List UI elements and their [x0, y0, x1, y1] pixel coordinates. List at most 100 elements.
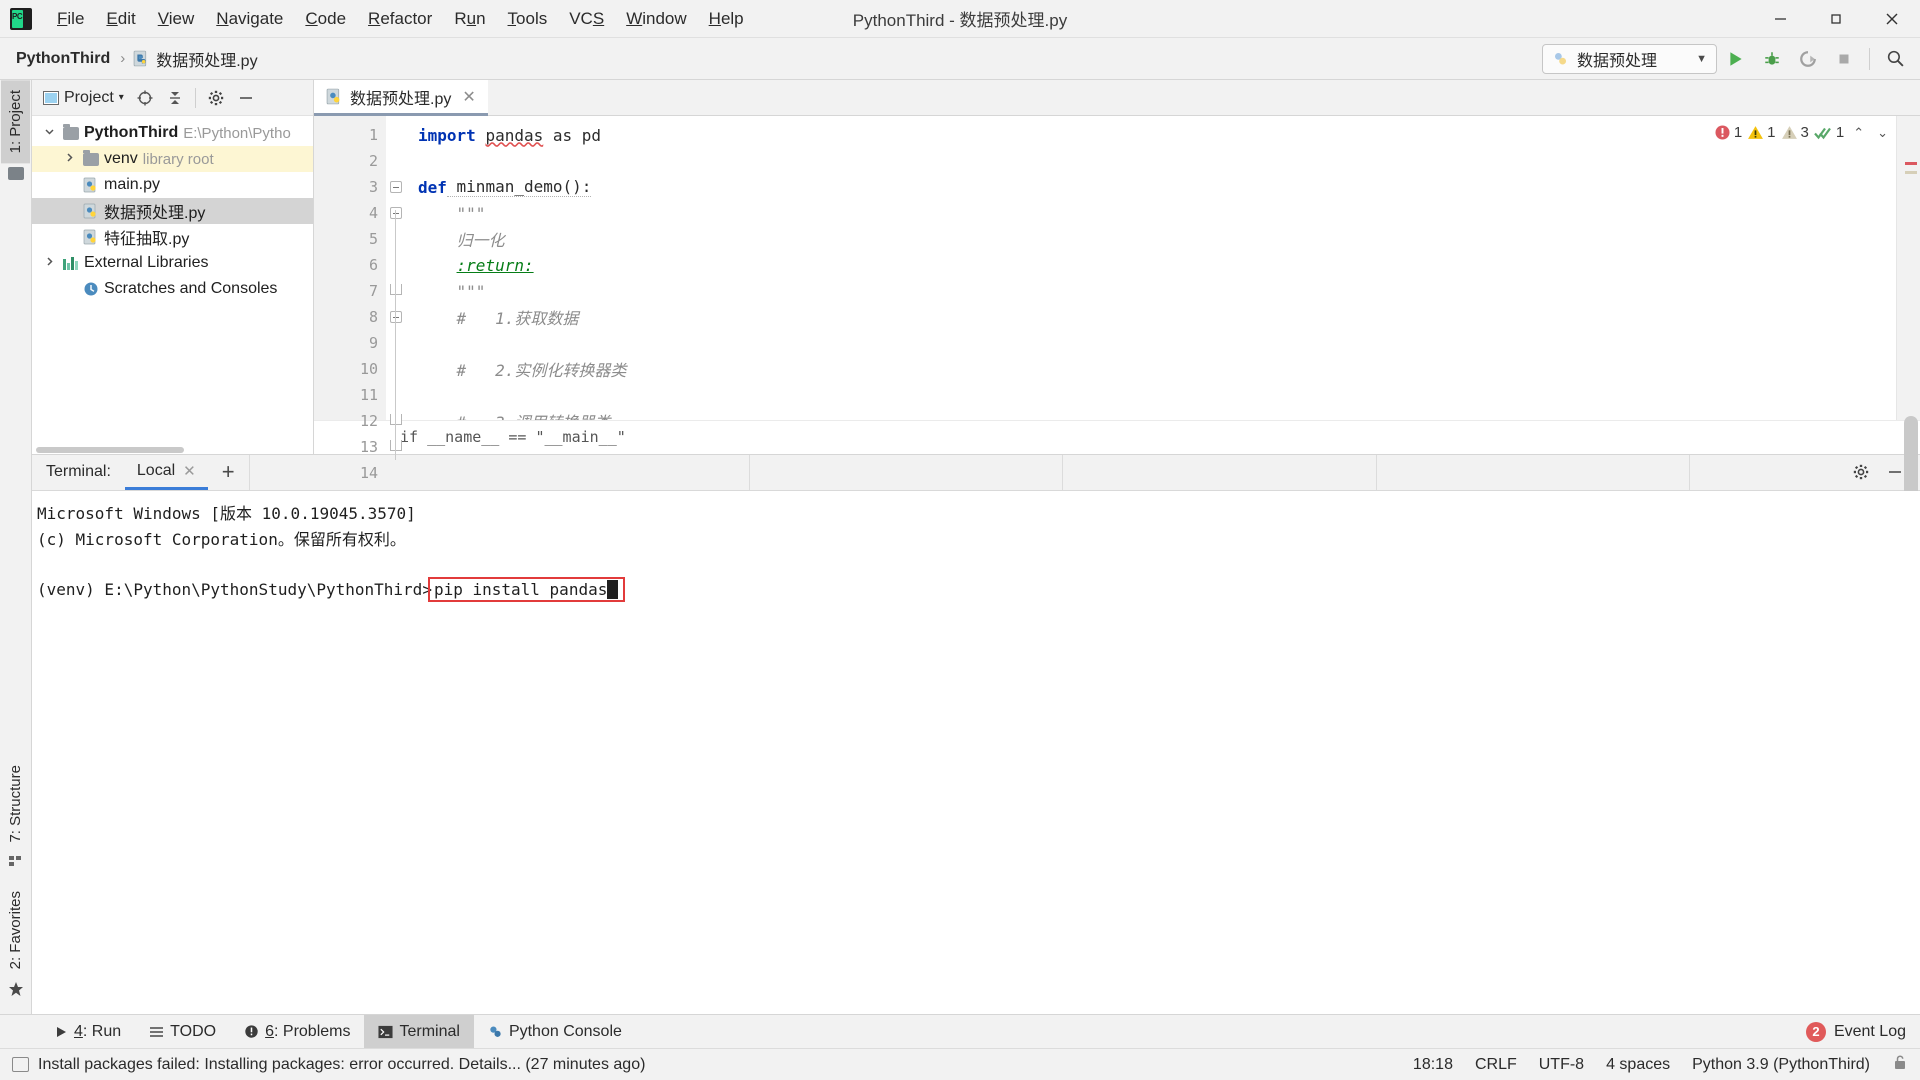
fold-marker[interactable] — [390, 181, 402, 193]
weak-warning-count[interactable]: 3 — [1781, 124, 1809, 141]
status-message[interactable]: Install packages failed: Installing pack… — [38, 1056, 645, 1074]
stop-button[interactable] — [1827, 42, 1861, 76]
tool-button-run[interactable]: 4: Run — [40, 1015, 135, 1048]
terminal-command-highlight: pip install pandas — [427, 577, 626, 603]
tree-node-main-py[interactable]: main.py — [32, 172, 313, 198]
terminal-output[interactable]: Microsoft Windows [版本 10.0.19045.3570] (… — [32, 490, 1920, 1014]
tab-strip-filler — [487, 80, 1920, 116]
error-stripe-mark[interactable] — [1905, 162, 1917, 165]
menu-vcs[interactable]: VCS — [558, 4, 615, 33]
tool-button-todo[interactable]: TODO — [135, 1015, 230, 1048]
upper-row: Project ▾ PythonThird E:\Python\Pytho ve… — [32, 80, 1920, 620]
tree-node-tezhengchouqu-py[interactable]: 特征抽取.py — [32, 224, 313, 250]
error-stripe-gutter[interactable] — [1896, 116, 1920, 506]
search-everywhere-button[interactable] — [1878, 42, 1912, 76]
pycharm-logo-icon — [10, 7, 32, 30]
close-button[interactable] — [1864, 0, 1920, 37]
editor-tab-shujuyuchuli[interactable]: 数据预处理.py ✕ — [314, 80, 488, 116]
breadcrumb-file[interactable]: 数据预处理.py — [127, 44, 263, 74]
event-log-area[interactable]: 2 Event Log — [1805, 1015, 1920, 1048]
tree-node-external-libraries[interactable]: External Libraries — [32, 250, 313, 276]
menu-file[interactable]: FFileile — [46, 4, 95, 33]
terminal-tab-label: Local — [136, 461, 176, 479]
maximize-button[interactable] — [1808, 0, 1864, 37]
sidebar-tab-project[interactable]: 1: Project — [1, 80, 30, 164]
ok-count[interactable]: 1 — [1814, 124, 1844, 141]
menu-code[interactable]: Code — [294, 4, 357, 33]
settings-gear-icon[interactable] — [202, 84, 230, 112]
tree-node-shujuyuchuli-py[interactable]: 数据预处理.py — [32, 198, 313, 224]
error-count[interactable]: 1 — [1714, 124, 1742, 141]
menu-refactor[interactable]: Refactor — [357, 4, 443, 33]
terminal-prompt: (venv) E:\Python\PythonStudy\PythonThird… — [37, 580, 432, 600]
menu-view[interactable]: View — [147, 4, 206, 33]
token-doc-tag: :return: — [456, 255, 534, 275]
token-alias: as pd — [543, 125, 602, 145]
sidebar-tab-structure[interactable]: 7: Structure — [1, 755, 30, 853]
status-message-area[interactable]: Install packages failed: Installing pack… — [12, 1056, 645, 1074]
weak-warning-stripe-mark[interactable] — [1905, 171, 1917, 174]
next-problem-icon[interactable]: ⌄ — [1873, 125, 1892, 141]
menu-window[interactable]: Window — [615, 4, 697, 33]
code-line-5: 归一化 — [408, 226, 1896, 252]
warning-icon — [1748, 126, 1764, 139]
project-horizontal-scrollbar[interactable] — [32, 444, 313, 454]
breadcrumb-project[interactable]: PythonThird — [8, 47, 118, 71]
fold-marker[interactable] — [390, 207, 402, 219]
minimize-button[interactable] — [1752, 0, 1808, 37]
tool-button-problems[interactable]: 6: Problems — [230, 1015, 364, 1048]
terminal-tab-local[interactable]: Local ✕ — [124, 454, 208, 490]
new-terminal-button[interactable]: + — [208, 455, 249, 490]
editor-breadcrumb-text[interactable]: if __name__ == "__main__" — [400, 428, 626, 446]
fold-end-marker[interactable] — [390, 440, 402, 451]
tool-button-terminal[interactable]: Terminal — [364, 1015, 474, 1048]
tree-label: External Libraries — [84, 254, 209, 271]
tree-node-venv[interactable]: venv library root — [32, 146, 313, 172]
editor-fold-column — [386, 116, 408, 620]
sidebar-tab-favorites[interactable]: 2: Favorites — [1, 881, 30, 979]
play-icon — [57, 1026, 66, 1037]
terminal-settings-gear-icon[interactable] — [1846, 457, 1876, 487]
line-number: 10 — [359, 360, 378, 378]
project-panel-header: Project ▾ — [32, 80, 313, 116]
collapse-all-button[interactable] — [161, 84, 189, 112]
status-right-area: 18:18 CRLF UTF-8 4 spaces Python 3.9 (Py… — [1413, 1054, 1908, 1076]
tree-node-pythonthird[interactable]: PythonThird E:\Python\Pytho — [32, 120, 313, 146]
inspection-widget[interactable]: 1 1 3 1 ⌃ ⌄ — [1714, 124, 1892, 141]
fold-end-marker[interactable] — [390, 414, 402, 425]
chevron-right-icon[interactable] — [60, 152, 78, 166]
run-button[interactable] — [1719, 42, 1753, 76]
editor-tab-label: 数据预处理.py — [350, 90, 452, 108]
previous-problem-icon[interactable]: ⌃ — [1849, 125, 1868, 141]
close-icon[interactable]: ✕ — [462, 87, 475, 107]
menu-edit[interactable]: Edit — [95, 4, 146, 33]
chevron-down-icon[interactable] — [40, 126, 58, 140]
status-indent[interactable]: 4 spaces — [1606, 1056, 1670, 1074]
menu-run[interactable]: Run — [443, 4, 496, 33]
project-tree: PythonThird E:\Python\Pytho venv library… — [32, 116, 313, 445]
tool-button-python-console[interactable]: Python Console — [474, 1015, 636, 1048]
hide-panel-button[interactable] — [232, 84, 260, 112]
project-panel-title[interactable]: Project ▾ — [38, 86, 129, 110]
menu-tools[interactable]: Tools — [497, 4, 559, 33]
status-encoding[interactable]: UTF-8 — [1539, 1056, 1584, 1074]
error-icon — [1715, 125, 1730, 140]
warning-count[interactable]: 1 — [1747, 124, 1776, 141]
fold-marker[interactable] — [390, 311, 402, 323]
token-comment: # 3.调用转换器类 — [457, 409, 611, 420]
status-line-separator[interactable]: CRLF — [1475, 1056, 1517, 1074]
lock-icon[interactable] — [1892, 1054, 1908, 1076]
chevron-right-icon[interactable] — [40, 256, 58, 270]
tree-node-scratches[interactable]: Scratches and Consoles — [32, 276, 313, 302]
run-configuration-selector[interactable]: 数据预处理 ▼ — [1542, 43, 1717, 74]
debug-button[interactable] — [1755, 42, 1789, 76]
close-icon[interactable]: ✕ — [183, 462, 196, 480]
status-interpreter[interactable]: Python 3.9 (PythonThird) — [1692, 1056, 1870, 1074]
menu-navigate[interactable]: Navigate — [205, 4, 294, 33]
code-content[interactable]: import pandas as pd def minman_demo(): "… — [408, 116, 1896, 420]
scroll-from-source-button[interactable] — [131, 84, 159, 112]
menu-help[interactable]: Help — [698, 4, 755, 33]
fold-end-marker[interactable] — [390, 284, 402, 295]
run-with-coverage-button[interactable] — [1791, 42, 1825, 76]
